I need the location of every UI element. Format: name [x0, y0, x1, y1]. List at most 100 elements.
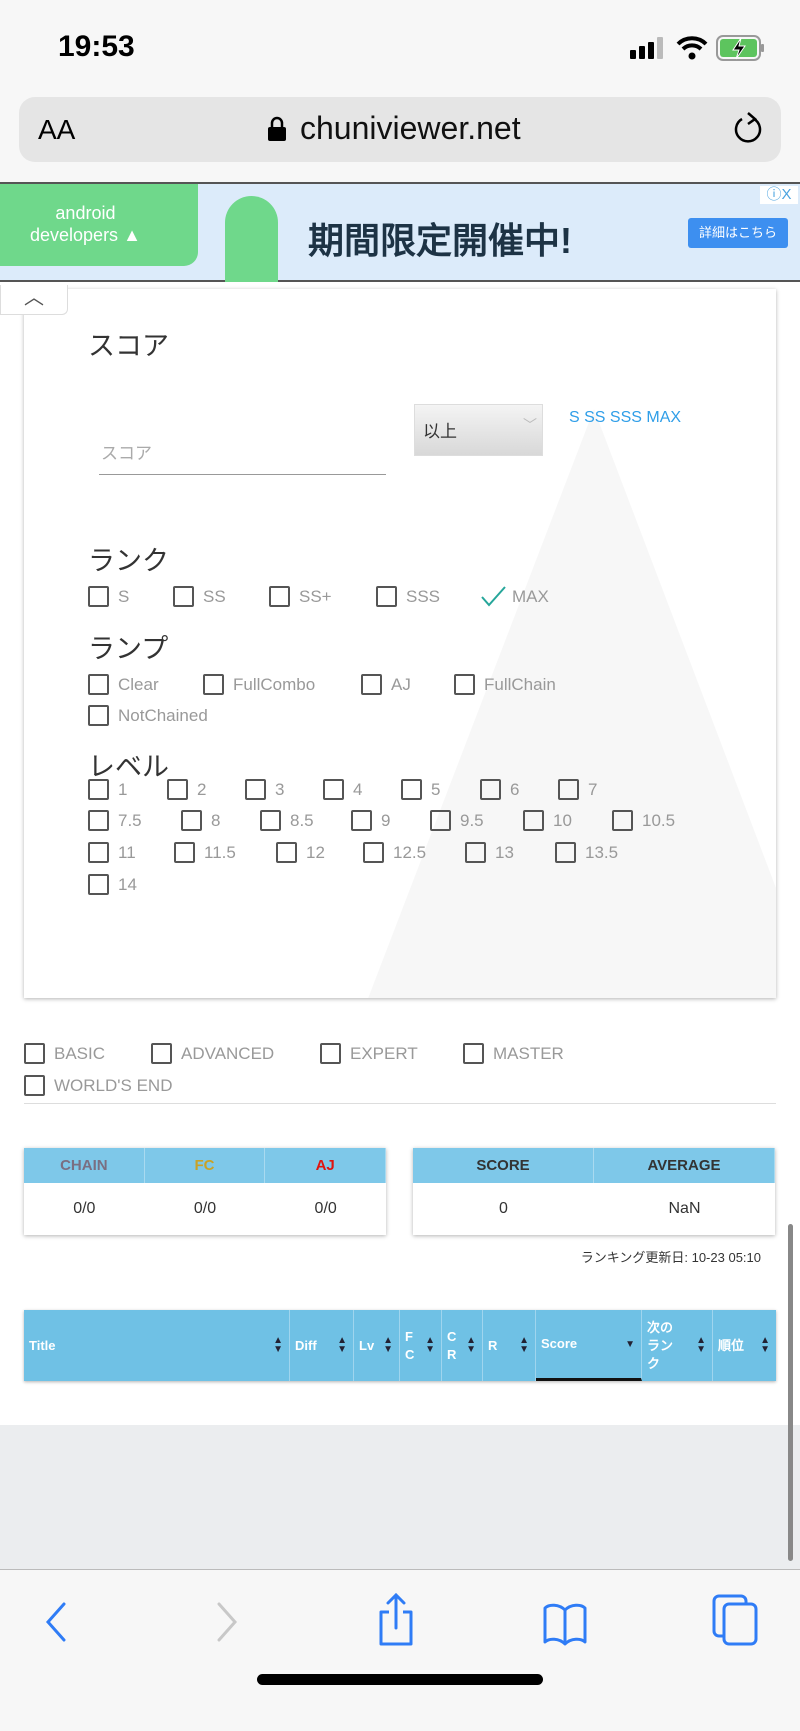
score-comparison-select[interactable]: 以上 ﹀: [414, 404, 543, 456]
checkbox-icon: [320, 1043, 341, 1064]
bookmarks-icon[interactable]: [543, 1602, 587, 1646]
filter-card: スコア スコア 以上 ﹀ S SS SSS MAX ランク S SS SS+ SS…: [24, 289, 776, 998]
checkbox-icon: [260, 810, 281, 831]
checkbox-icon: [555, 842, 576, 863]
checkbox-label: NotChained: [118, 705, 208, 725]
level-checkbox[interactable]: 7: [558, 779, 597, 800]
ad-banner[interactable]: android developers ▲ 期間限定開催中! 詳細はこちら ⓘX: [0, 182, 800, 282]
lamp-stats-table: CHAIN FC AJ 0/0 0/0 0/0: [24, 1148, 387, 1235]
checkbox-icon: [174, 842, 195, 863]
difficulty-checkbox-basic[interactable]: BASIC: [24, 1043, 105, 1064]
level-checkbox[interactable]: 12: [276, 842, 325, 863]
home-indicator: [257, 1674, 543, 1685]
column-cr[interactable]: C R ▲ ▼: [442, 1310, 483, 1381]
collapse-button[interactable]: ︿: [0, 285, 68, 315]
score-comparison-value: 以上: [423, 422, 457, 441]
level-checkbox[interactable]: 9.5: [430, 810, 484, 831]
level-checkbox[interactable]: 13: [465, 842, 514, 863]
back-icon[interactable]: [44, 1602, 70, 1642]
rank-quick-links[interactable]: S SS SSS MAX: [569, 409, 681, 427]
chevron-up-icon: ︿: [24, 287, 44, 309]
aj-value: 0/0: [314, 1200, 337, 1217]
checkbox-icon: [269, 586, 290, 607]
difficulty-checkbox-master[interactable]: MASTER: [463, 1043, 564, 1064]
column-label: Diff: [295, 1337, 317, 1353]
level-checkbox[interactable]: 10.5: [612, 810, 675, 831]
ad-details-button[interactable]: 詳細はこちら: [688, 218, 788, 248]
sort-icon: ▲ ▼: [337, 1335, 347, 1355]
sort-icon: ▲ ▼: [696, 1335, 706, 1355]
ad-close-icon[interactable]: ⓘX: [760, 186, 798, 204]
column-score[interactable]: Score ▼: [536, 1310, 642, 1381]
checkbox-label: AJ: [391, 674, 411, 694]
level-checkbox[interactable]: 14: [88, 874, 137, 895]
difficulty-checkbox-worlds-end[interactable]: WORLD'S END: [24, 1075, 172, 1096]
level-checkbox[interactable]: 4: [323, 779, 362, 800]
rank-checkbox-sss[interactable]: SSS: [376, 586, 440, 607]
ad-brand-panel: android developers ▲: [0, 184, 198, 266]
column-title[interactable]: Title ▲ ▼: [24, 1310, 290, 1381]
level-checkbox[interactable]: 13.5: [555, 842, 618, 863]
battery-charging-icon: [716, 35, 764, 61]
reload-icon[interactable]: [733, 110, 763, 146]
level-checkbox[interactable]: 6: [480, 779, 519, 800]
level-checkbox[interactable]: 8: [181, 810, 220, 831]
rank-heading: ランク: [88, 546, 169, 576]
difficulty-checkbox-expert[interactable]: EXPERT: [320, 1043, 418, 1064]
rank-checkbox-s[interactable]: S: [88, 586, 129, 607]
checkbox-icon: [24, 1043, 45, 1064]
column-next-rank[interactable]: 次の ラン ク ▲ ▼: [642, 1310, 713, 1381]
ranking-updated-date: ランキング更新日: 10-23 05:10: [580, 1250, 761, 1265]
lamp-checkbox-notchained[interactable]: NotChained: [88, 705, 208, 726]
checkbox-icon: [612, 810, 633, 831]
rank-checkbox-max[interactable]: MAX: [480, 586, 549, 607]
level-checkbox[interactable]: 9: [351, 810, 390, 831]
clock: 19:53: [58, 30, 135, 63]
level-checkbox[interactable]: 11: [88, 842, 136, 863]
forward-icon[interactable]: [213, 1602, 239, 1642]
checkbox-label: 7: [588, 779, 598, 799]
level-checkbox[interactable]: 8.5: [260, 810, 314, 831]
level-checkbox[interactable]: 3: [245, 779, 284, 800]
column-lv[interactable]: Lv ▲ ▼: [354, 1310, 400, 1381]
checkbox-label: S: [118, 586, 130, 606]
column-r[interactable]: R ▲ ▼: [483, 1310, 536, 1381]
level-checkbox[interactable]: 7.5: [88, 810, 142, 831]
checkbox-icon: [276, 842, 297, 863]
level-checkbox[interactable]: 11.5: [174, 842, 236, 863]
checkbox-icon: [523, 810, 544, 831]
checkbox-icon: [351, 810, 372, 831]
signal-icon: [630, 37, 663, 59]
column-fc[interactable]: F C ▲ ▼: [400, 1310, 442, 1381]
column-diff[interactable]: Diff ▲ ▼: [290, 1310, 354, 1381]
checkbox-icon: [363, 842, 384, 863]
scrollbar[interactable]: [788, 1224, 793, 1561]
lamp-checkbox-aj[interactable]: AJ: [361, 674, 411, 695]
rank-checkbox-ss-plus[interactable]: SS+: [269, 586, 332, 607]
checkbox-label: FullCombo: [233, 674, 316, 694]
column-rank[interactable]: 順位 ▲ ▼: [713, 1310, 776, 1381]
sort-icon: ▲ ▼: [519, 1335, 529, 1355]
checkbox-icon: [88, 586, 109, 607]
lamp-checkbox-fullcombo[interactable]: FullCombo: [203, 674, 315, 695]
column-label: 順位: [718, 1337, 745, 1353]
tabs-icon[interactable]: [712, 1594, 758, 1646]
score-input-placeholder: スコア: [101, 444, 152, 463]
level-checkbox[interactable]: 10: [523, 810, 572, 831]
android-icon: ▲: [123, 225, 141, 245]
level-checkbox[interactable]: 1: [88, 779, 127, 800]
url-text[interactable]: chuniviewer.net: [300, 110, 521, 147]
lamp-checkbox-fullchain[interactable]: FullChain: [454, 674, 556, 695]
divider: [24, 1103, 776, 1104]
average-value: NaN: [668, 1200, 701, 1217]
share-icon[interactable]: [376, 1592, 416, 1646]
checkbox-label: 10.5: [642, 810, 676, 830]
checkbox-icon: [480, 779, 501, 800]
lamp-checkbox-clear[interactable]: Clear: [88, 674, 159, 695]
level-checkbox[interactable]: 2: [167, 779, 206, 800]
difficulty-checkbox-advanced[interactable]: ADVANCED: [151, 1043, 274, 1064]
text-size-button[interactable]: AA: [38, 114, 75, 146]
rank-checkbox-ss[interactable]: SS: [173, 586, 226, 607]
level-checkbox[interactable]: 12.5: [363, 842, 426, 863]
level-checkbox[interactable]: 5: [401, 779, 440, 800]
